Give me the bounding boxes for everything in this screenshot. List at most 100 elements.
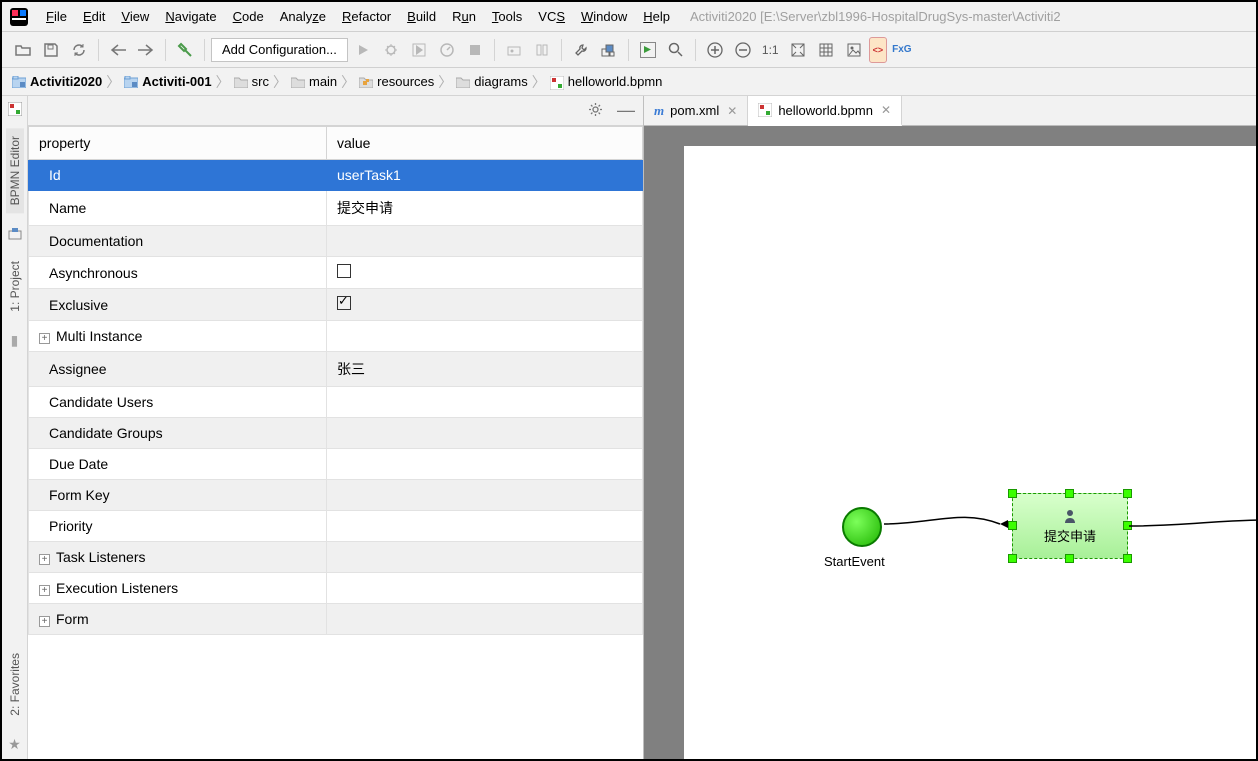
breadcrumb-item[interactable]: resources: [359, 74, 434, 89]
checkbox[interactable]: [337, 296, 351, 310]
property-value[interactable]: [327, 573, 643, 604]
project-structure-icon[interactable]: [596, 37, 622, 63]
resize-handle[interactable]: [1123, 489, 1132, 498]
resize-handle[interactable]: [1008, 489, 1017, 498]
close-icon[interactable]: ✕: [881, 103, 891, 117]
property-value[interactable]: [327, 511, 643, 542]
property-value[interactable]: [327, 289, 643, 321]
property-row-priority[interactable]: Priority: [29, 511, 643, 542]
close-icon[interactable]: ✕: [727, 104, 737, 118]
breadcrumb-item[interactable]: main: [291, 74, 337, 89]
property-row-multi-instance[interactable]: +Multi Instance: [29, 321, 643, 352]
menu-vcs[interactable]: VCS: [530, 5, 573, 28]
menu-code[interactable]: Code: [225, 5, 272, 28]
property-row-execution-listeners[interactable]: +Execution Listeners: [29, 573, 643, 604]
tab-bpmn-editor[interactable]: BPMN Editor: [6, 128, 24, 213]
expand-icon[interactable]: +: [39, 554, 50, 565]
property-value[interactable]: [327, 321, 643, 352]
menu-refactor[interactable]: Refactor: [334, 5, 399, 28]
property-value[interactable]: [327, 480, 643, 511]
col-header-value[interactable]: value: [327, 127, 643, 160]
search-icon[interactable]: [663, 37, 689, 63]
property-row-id[interactable]: IduserTask1: [29, 160, 643, 191]
property-value[interactable]: [327, 226, 643, 257]
forward-icon[interactable]: [133, 37, 159, 63]
export-image-icon[interactable]: [841, 37, 867, 63]
expand-icon[interactable]: +: [39, 585, 50, 596]
breadcrumb-item[interactable]: Activiti2020: [12, 74, 102, 89]
menu-analyze[interactable]: Analyze: [272, 5, 334, 28]
editor-tab-pom-xml[interactable]: mpom.xml✕: [644, 96, 748, 125]
property-row-documentation[interactable]: Documentation: [29, 226, 643, 257]
breadcrumb-item[interactable]: diagrams: [456, 74, 527, 89]
editor-tab-helloworld-bpmn[interactable]: helloworld.bpmn✕: [748, 96, 902, 126]
breadcrumb-item[interactable]: src: [234, 74, 269, 89]
property-value[interactable]: [327, 387, 643, 418]
run-play-icon[interactable]: [350, 37, 376, 63]
property-row-form[interactable]: +Form: [29, 604, 643, 635]
property-value[interactable]: [327, 542, 643, 573]
tab-project[interactable]: 1: Project: [6, 253, 24, 320]
menu-help[interactable]: Help: [635, 5, 678, 28]
property-row-name[interactable]: Name提交申请: [29, 191, 643, 226]
wrench-settings-icon[interactable]: [568, 37, 594, 63]
thread-dump-icon[interactable]: [529, 37, 555, 63]
menu-tools[interactable]: Tools: [484, 5, 530, 28]
properties-table[interactable]: property value IduserTask1Name提交申请Docume…: [28, 126, 643, 759]
bpmn-canvas[interactable]: StartEvent 提交申请: [684, 146, 1256, 759]
back-icon[interactable]: [105, 37, 131, 63]
property-value[interactable]: userTask1: [327, 160, 643, 191]
resize-handle[interactable]: [1123, 554, 1132, 563]
expand-icon[interactable]: +: [39, 333, 50, 344]
col-header-property[interactable]: property: [29, 127, 327, 160]
bpmn-start-event[interactable]: [842, 507, 882, 547]
resize-handle[interactable]: [1065, 554, 1074, 563]
stop-icon[interactable]: [462, 37, 488, 63]
bpmn-user-task[interactable]: 提交申请: [1012, 493, 1128, 559]
debug-icon[interactable]: [378, 37, 404, 63]
property-row-assignee[interactable]: Assignee张三: [29, 352, 643, 387]
resize-handle[interactable]: [1008, 521, 1017, 530]
menu-run[interactable]: Run: [444, 5, 484, 28]
menu-view[interactable]: View: [113, 5, 157, 28]
property-value[interactable]: 提交申请: [327, 191, 643, 226]
breadcrumb-item[interactable]: Activiti-001: [124, 74, 211, 89]
property-row-form-key[interactable]: Form Key: [29, 480, 643, 511]
property-row-exclusive[interactable]: Exclusive: [29, 289, 643, 321]
run-config-dropdown[interactable]: Add Configuration...: [211, 38, 348, 62]
zoom-ratio-button[interactable]: 1:1: [758, 37, 783, 63]
zoom-in-icon[interactable]: [702, 37, 728, 63]
property-value[interactable]: [327, 604, 643, 635]
resize-handle[interactable]: [1065, 489, 1074, 498]
attach-debugger-icon[interactable]: [501, 37, 527, 63]
coverage-icon[interactable]: [406, 37, 432, 63]
property-row-due-date[interactable]: Due Date: [29, 449, 643, 480]
code-view-icon[interactable]: <>: [869, 37, 888, 63]
zoom-out-icon[interactable]: [730, 37, 756, 63]
menu-navigate[interactable]: Navigate: [157, 5, 224, 28]
property-row-candidate-groups[interactable]: Candidate Groups: [29, 418, 643, 449]
profile-icon[interactable]: [434, 37, 460, 63]
bpmn-sequence-flow[interactable]: [1127, 518, 1256, 538]
bpmn-sequence-flow[interactable]: [882, 504, 1016, 534]
resize-handle[interactable]: [1008, 554, 1017, 563]
fit-screen-icon[interactable]: [785, 37, 811, 63]
sync-icon[interactable]: [66, 37, 92, 63]
property-row-task-listeners[interactable]: +Task Listeners: [29, 542, 643, 573]
open-icon[interactable]: [10, 37, 36, 63]
menu-edit[interactable]: Edit: [75, 5, 113, 28]
property-row-asynchronous[interactable]: Asynchronous: [29, 257, 643, 289]
run-action-icon[interactable]: [635, 37, 661, 63]
grid-icon[interactable]: [813, 37, 839, 63]
property-value[interactable]: 张三: [327, 352, 643, 387]
property-row-candidate-users[interactable]: Candidate Users: [29, 387, 643, 418]
property-value[interactable]: [327, 449, 643, 480]
property-value[interactable]: [327, 418, 643, 449]
menu-window[interactable]: Window: [573, 5, 635, 28]
menu-build[interactable]: Build: [399, 5, 444, 28]
expand-icon[interactable]: +: [39, 616, 50, 627]
tab-favorites[interactable]: 2: Favorites: [6, 645, 24, 724]
gear-icon[interactable]: [588, 102, 603, 120]
build-hammer-icon[interactable]: [172, 37, 198, 63]
save-all-icon[interactable]: [38, 37, 64, 63]
